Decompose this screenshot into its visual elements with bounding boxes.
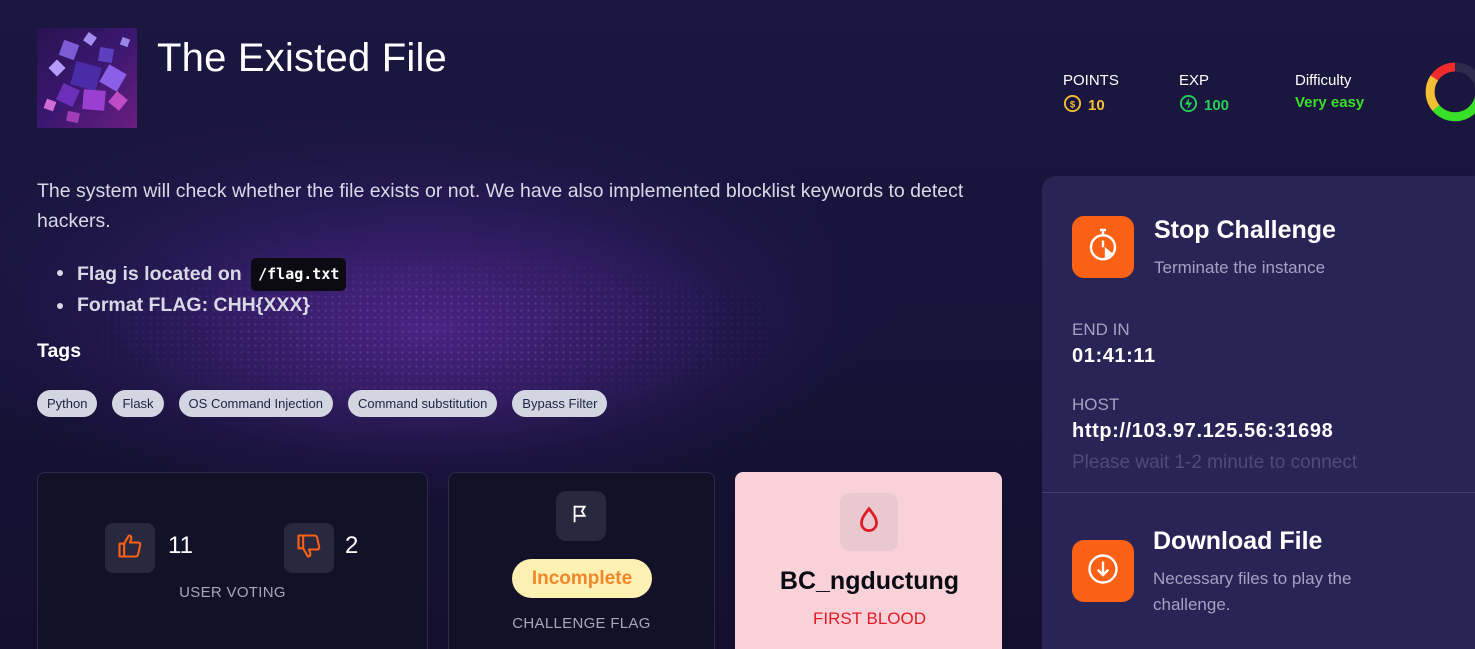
host-label: HOST xyxy=(1072,395,1120,414)
host-url[interactable]: http://103.97.125.56:31698 xyxy=(1072,420,1333,443)
download-icon xyxy=(1085,551,1121,592)
download-file-subtitle: Necessary files to play the challenge. xyxy=(1153,569,1352,614)
stop-challenge-subtitle: Terminate the instance xyxy=(1154,258,1326,277)
hint-text: Format FLAG: CHH{XXX} xyxy=(77,294,310,316)
difficulty-label: Difficulty xyxy=(1295,72,1352,89)
end-in-label: END IN xyxy=(1072,320,1130,339)
points-stat: POINTS $ 10 xyxy=(1063,72,1119,117)
flag-icon xyxy=(570,503,592,530)
thumbs-down-icon xyxy=(295,532,323,565)
dislike-button[interactable] xyxy=(284,523,334,573)
blood-icon-box xyxy=(840,493,898,551)
hint-text: Flag is located on xyxy=(77,263,242,285)
host-connect-note: Please wait 1-2 minute to connect xyxy=(1072,452,1358,473)
exp-value: 100 xyxy=(1204,97,1230,114)
download-file-button[interactable] xyxy=(1072,540,1134,602)
stop-challenge-button[interactable] xyxy=(1072,216,1134,278)
exp-label: EXP xyxy=(1179,72,1210,89)
user-voting-label: USER VOTING xyxy=(179,584,286,601)
challenge-description: The system will check whether the file e… xyxy=(37,180,964,232)
challenge-flag-card: Incomplete CHALLENGE FLAG xyxy=(448,472,715,649)
stop-challenge-title[interactable]: Stop Challenge xyxy=(1154,216,1336,245)
flag-path-code: /flag.txt xyxy=(251,258,347,291)
tag-bypass-filter[interactable]: Bypass Filter xyxy=(512,390,608,417)
challenge-flag-label: CHALLENGE FLAG xyxy=(512,615,651,632)
tag-python[interactable]: Python xyxy=(37,390,98,417)
blood-drop-icon xyxy=(854,505,884,540)
tag-command-substitution[interactable]: Command substitution xyxy=(347,390,498,417)
points-label: POINTS xyxy=(1063,72,1119,89)
dislike-count: 2 xyxy=(345,532,359,559)
difficulty-stat: Difficulty Very easy xyxy=(1295,72,1364,111)
coin-icon: $ xyxy=(1063,94,1082,117)
difficulty-value: Very easy xyxy=(1295,94,1365,111)
svg-text:$: $ xyxy=(1070,99,1076,110)
panel-divider xyxy=(1042,492,1475,493)
first-blood-label: FIRST BLOOD xyxy=(812,609,927,628)
tag-list: Python Flask OS Command Injection Comman… xyxy=(37,390,608,417)
challenge-title: The Existed File xyxy=(157,36,447,80)
tag-os-command-injection[interactable]: OS Command Injection xyxy=(178,390,333,417)
like-count: 11 xyxy=(168,532,193,559)
points-value: 10 xyxy=(1088,97,1105,114)
thumbs-up-icon xyxy=(116,532,144,565)
hint-flag-format: Format FLAG: CHH{XXX} xyxy=(57,291,346,320)
like-button[interactable] xyxy=(105,523,155,573)
user-voting-card: 11 2 USER VOTING xyxy=(37,472,428,649)
first-blood-card: BC_ngductung FIRST BLOOD xyxy=(735,472,1002,649)
instance-panel: Stop Challenge Terminate the instance EN… xyxy=(1042,176,1475,649)
stopwatch-icon xyxy=(1085,227,1121,268)
tag-flask[interactable]: Flask xyxy=(112,390,164,417)
hint-flag-location: Flag is located on /flag.txt xyxy=(57,258,347,291)
download-file-title[interactable]: Download File xyxy=(1153,527,1322,556)
flag-icon-box xyxy=(556,491,606,541)
first-blood-user[interactable]: BC_ngductung xyxy=(736,567,1003,596)
challenge-thumbnail xyxy=(37,28,137,128)
exp-stat: EXP 100 xyxy=(1179,72,1229,117)
end-in-timer: 01:41:11 xyxy=(1072,345,1156,367)
tags-heading: Tags xyxy=(37,340,82,362)
lightning-icon xyxy=(1179,94,1198,117)
challenge-hints: Flag is located on /flag.txt Format FLAG… xyxy=(57,258,347,320)
flag-status-badge: Incomplete xyxy=(512,559,652,598)
difficulty-gauge xyxy=(1425,62,1475,122)
